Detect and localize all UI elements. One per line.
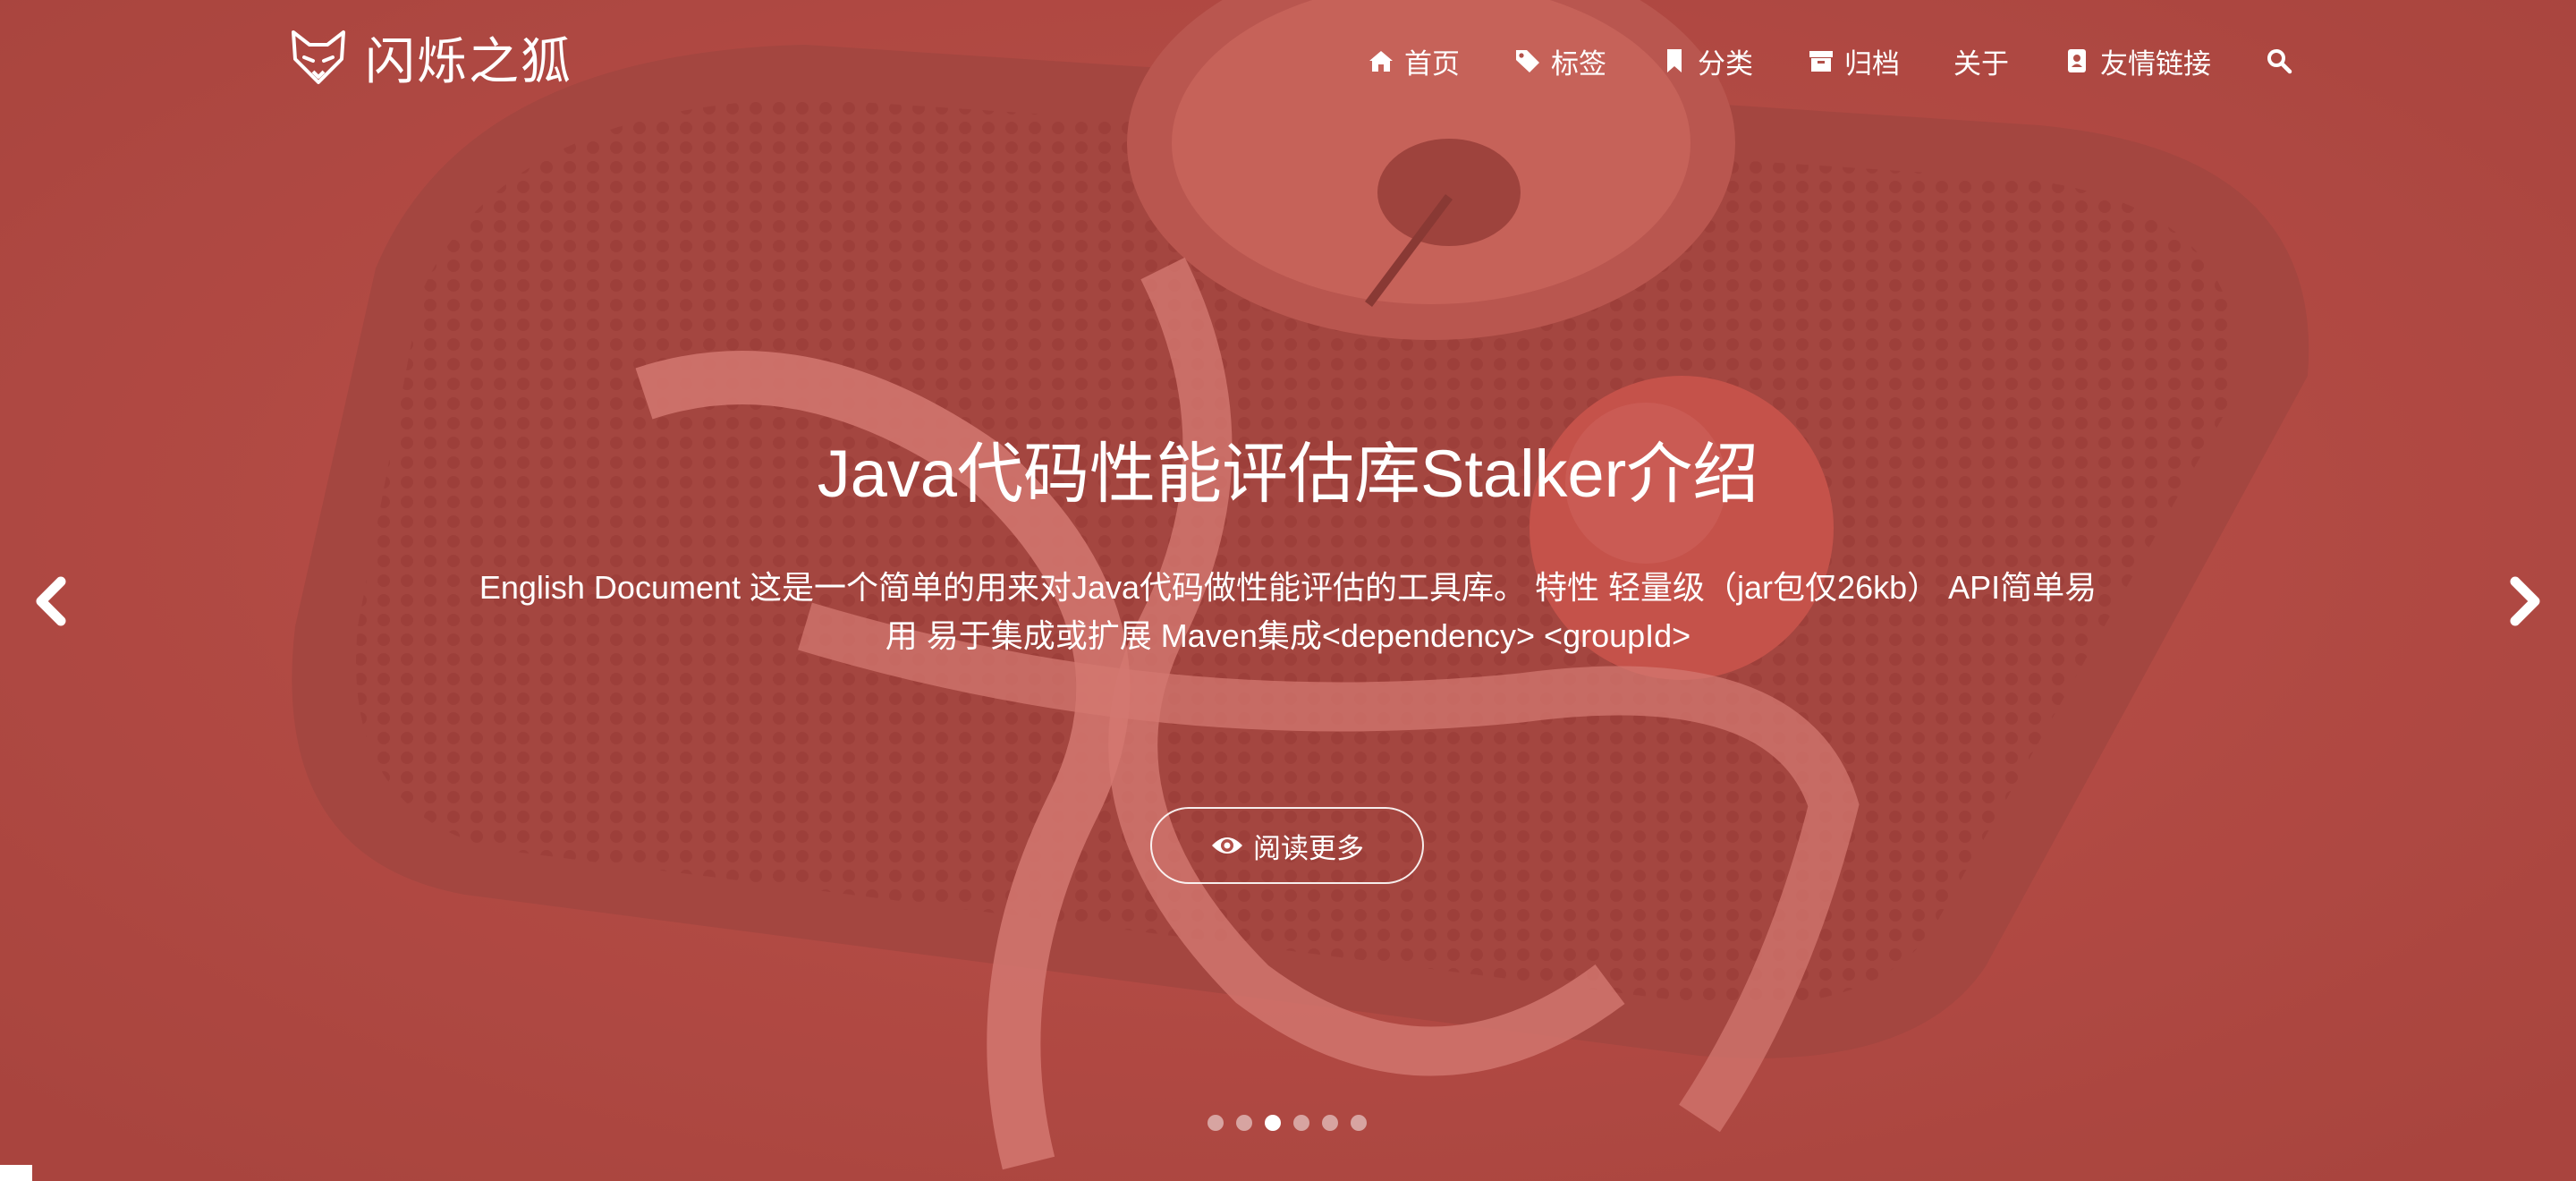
nav-item-archive[interactable]: 归档 [1807,41,1900,81]
brand-name: 闪烁之狐 [365,32,572,91]
nav-item-label: 归档 [1844,47,1900,81]
chevron-right-icon [2510,576,2540,626]
read-more-label: 阅读更多 [1253,832,1364,865]
search-button[interactable] [2265,47,2293,75]
carousel-indicator-dot[interactable] [1293,1115,1309,1131]
carousel-prev-button[interactable] [25,573,79,630]
bookmark-icon [1660,47,1689,75]
nav-item-friend-links[interactable]: 友情链接 [2063,41,2211,81]
brand-link[interactable]: 闪烁之狐 [288,23,572,91]
nav-item-label: 友情链接 [2100,47,2211,81]
search-icon [2265,47,2293,75]
carousel-indicator-dot[interactable] [1322,1115,1338,1131]
navbar: 闪烁之狐 首页 标签 分类 归档 关于 友情链接 [0,0,2576,116]
eye-icon [1212,837,1242,854]
nav-item-categories[interactable]: 分类 [1660,41,1753,81]
nav-item-label: 首页 [1404,47,1460,81]
corner-element [0,1165,32,1181]
carousel-indicator-dot[interactable] [1265,1115,1281,1131]
main-nav: 首页 标签 分类 归档 关于 友情链接 [1367,36,2293,86]
fox-head-icon [292,30,345,84]
hero-carousel: 闪烁之狐 首页 标签 分类 归档 关于 友情链接 Java代码性能评估库Stal… [0,0,2576,1181]
archive-icon [1807,47,1835,75]
carousel-indicator-dot[interactable] [1351,1115,1367,1131]
chevron-left-icon [36,576,66,626]
slide-description: English Document 这是一个简单的用来对Java代码做性能评估的工… [479,569,2097,654]
nav-item-home[interactable]: 首页 [1367,41,1460,81]
read-more-button[interactable]: 阅读更多 [1150,807,1424,884]
carousel-next-button[interactable] [2497,573,2551,630]
home-icon [1367,47,1395,75]
carousel-indicator-dot[interactable] [1208,1115,1224,1131]
nav-item-label: 标签 [1551,47,1606,81]
nav-item-tags[interactable]: 标签 [1513,41,1606,81]
address-card-icon [2063,47,2091,75]
carousel-indicator-dot[interactable] [1236,1115,1252,1131]
carousel-indicators [1208,1115,1367,1131]
tags-icon [1513,47,1542,75]
nav-item-about[interactable]: 关于 [1953,41,2009,81]
nav-item-label: 分类 [1698,47,1753,81]
slide-title[interactable]: Java代码性能评估库Stalker介绍 [0,421,2576,516]
nav-item-label: 关于 [1953,47,2009,81]
